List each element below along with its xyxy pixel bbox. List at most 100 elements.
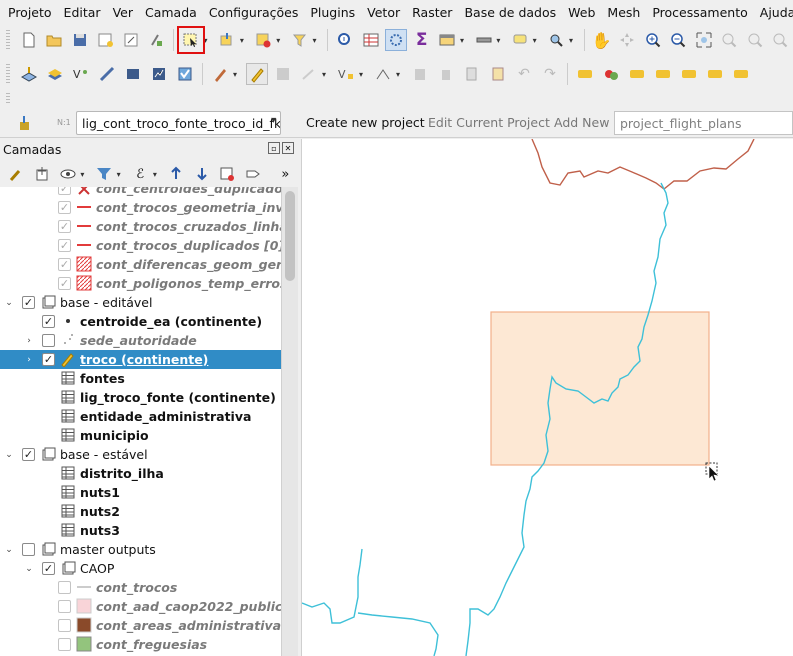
add-vector-layer-icon[interactable] bbox=[18, 63, 40, 85]
add-new-button[interactable]: Add New bbox=[554, 115, 609, 130]
chevron-down-icon[interactable]: ▾ bbox=[496, 36, 504, 45]
layer-tree-row[interactable]: cont_freguesias bbox=[0, 635, 281, 654]
layer-visibility-checkbox[interactable]: ✓ bbox=[42, 315, 55, 328]
redo-icon[interactable]: ↷ bbox=[539, 63, 561, 85]
remove-layer-icon[interactable] bbox=[218, 164, 237, 184]
layer-tree-row[interactable]: ✓ cont_poligonos_temp_erros [1] bbox=[0, 274, 281, 293]
menu-item[interactable]: Ajuda bbox=[754, 5, 793, 20]
locator-icon[interactable] bbox=[545, 29, 567, 51]
chevron-down-icon[interactable]: ⌄ bbox=[24, 564, 34, 574]
open-project-icon[interactable] bbox=[43, 29, 65, 51]
layout-manager-icon[interactable] bbox=[120, 29, 142, 51]
layer-tree-row[interactable]: cont_aad_caop2022_publicada_geom bbox=[0, 597, 281, 616]
identify-icon[interactable] bbox=[334, 29, 356, 51]
collapse-all-icon[interactable] bbox=[192, 164, 211, 184]
new-print-layout-icon[interactable] bbox=[94, 29, 116, 51]
map-tips-icon[interactable] bbox=[509, 29, 531, 51]
create-project-button[interactable]: Create new project bbox=[306, 115, 425, 130]
measure-table-icon[interactable] bbox=[436, 29, 458, 51]
layer-visibility-checkbox[interactable]: ✓ bbox=[58, 187, 71, 195]
trash-icon[interactable] bbox=[435, 63, 457, 85]
statistics-icon[interactable]: Σ bbox=[411, 29, 433, 51]
layer-visibility-checkbox[interactable] bbox=[58, 619, 71, 632]
layer-visibility-checkbox[interactable]: ✓ bbox=[22, 448, 35, 461]
digitize-icon[interactable] bbox=[298, 63, 320, 85]
zoom-native-icon[interactable] bbox=[769, 29, 791, 51]
layer-visibility-checkbox[interactable] bbox=[58, 600, 71, 613]
project-plugin-icon[interactable] bbox=[14, 112, 36, 134]
layer-tree-row[interactable]: nuts1 bbox=[0, 483, 281, 502]
chevron-down-icon[interactable]: ▾ bbox=[359, 70, 367, 79]
layer-tree-row[interactable]: municipio bbox=[0, 426, 281, 445]
layer-labeling-icon[interactable] bbox=[600, 63, 622, 85]
chevron-down-icon[interactable]: ⌄ bbox=[4, 298, 14, 308]
select-features-icon[interactable] bbox=[177, 26, 205, 54]
relation-layer-combo[interactable]: lig_cont_troco_fonte_troco_id_fk ▾ bbox=[76, 111, 281, 135]
new-project-icon[interactable] bbox=[18, 29, 40, 51]
layer-tree-row[interactable]: ✓ cont_trocos_duplicados [0] bbox=[0, 236, 281, 255]
chevron-down-icon[interactable]: ▾ bbox=[117, 170, 125, 179]
layer-visibility-checkbox[interactable]: ✓ bbox=[58, 220, 71, 233]
layer-tree-row[interactable]: ✓ cont_centroides_duplicados [0] bbox=[0, 187, 281, 198]
eye-icon[interactable] bbox=[58, 164, 77, 184]
layer-tree-row[interactable]: entidade_administrativa bbox=[0, 407, 281, 426]
menu-item[interactable]: Camada bbox=[139, 5, 203, 20]
cut-features-icon[interactable] bbox=[461, 63, 483, 85]
zoom-selection-icon[interactable] bbox=[718, 29, 740, 51]
edit-project-button[interactable]: Edit Current Project bbox=[428, 115, 550, 130]
chevron-down-icon[interactable]: ▾ bbox=[313, 36, 321, 45]
toolbar-grip[interactable] bbox=[6, 30, 10, 50]
add-delimited-text-icon[interactable]: V bbox=[70, 63, 92, 85]
layer-tree-row[interactable]: ⌄ master outputs bbox=[0, 540, 281, 559]
add-wms-icon[interactable] bbox=[148, 63, 170, 85]
menu-item[interactable]: Web bbox=[562, 5, 601, 20]
layer-tree-row[interactable]: cont_trocos bbox=[0, 578, 281, 597]
project-search-input[interactable]: project_flight_plans bbox=[614, 111, 793, 135]
current-edits-icon[interactable] bbox=[209, 63, 231, 85]
chevron-down-icon[interactable]: ⌄ bbox=[4, 450, 14, 460]
chevron-down-icon[interactable]: ▾ bbox=[276, 36, 284, 45]
menu-item[interactable]: Plugins bbox=[304, 5, 361, 20]
layer-visibility-checkbox[interactable]: ✓ bbox=[22, 296, 35, 309]
zoom-full-icon[interactable] bbox=[693, 29, 715, 51]
chevron-down-icon[interactable]: ▾ bbox=[240, 36, 248, 45]
layer-visibility-checkbox[interactable]: ✓ bbox=[42, 562, 55, 575]
pin-labels-icon[interactable] bbox=[626, 63, 648, 85]
toolbar-grip[interactable] bbox=[6, 93, 10, 105]
layer-tree-row[interactable]: ✓ cont_diferencas_geom_gerado_publicado bbox=[0, 255, 281, 274]
toolbar-grip[interactable] bbox=[6, 64, 10, 84]
menu-item[interactable]: Ver bbox=[107, 5, 139, 20]
map-canvas[interactable] bbox=[301, 139, 793, 656]
change-label-icon[interactable] bbox=[730, 63, 752, 85]
save-edits-icon[interactable] bbox=[272, 63, 294, 85]
toggle-editing-icon[interactable] bbox=[246, 63, 268, 85]
menu-item[interactable]: Raster bbox=[406, 5, 458, 20]
menu-item[interactable]: Projeto bbox=[2, 5, 58, 20]
modify-attributes-icon[interactable] bbox=[372, 63, 394, 85]
layer-tree-row[interactable]: ⌄ ✓ base - editável bbox=[0, 293, 281, 312]
add-wfs-icon[interactable] bbox=[174, 63, 196, 85]
close-panel-icon[interactable]: ✕ bbox=[282, 142, 294, 154]
layer-tree-row[interactable]: distrito_ilha bbox=[0, 464, 281, 483]
zoom-layer-icon[interactable] bbox=[744, 29, 766, 51]
move-label-icon[interactable] bbox=[678, 63, 700, 85]
layer-visibility-checkbox[interactable]: ✓ bbox=[58, 258, 71, 271]
pan-icon[interactable]: ✋ bbox=[591, 29, 613, 51]
layer-tree-row[interactable]: ⌄ ✓ CAOP bbox=[0, 559, 281, 578]
layer-tree-row[interactable]: ✓ cont_trocos_cruzados_linhas bbox=[0, 217, 281, 236]
rotate-label-icon[interactable] bbox=[704, 63, 726, 85]
toolbox-icon[interactable] bbox=[385, 29, 407, 51]
vertex-tool-icon[interactable]: V bbox=[335, 63, 357, 85]
layer-tree-row[interactable]: cont_areas_administrativas bbox=[0, 616, 281, 635]
layer-tree-row[interactable]: › sede_autoridade bbox=[0, 331, 281, 350]
chevron-down-icon[interactable]: ▾ bbox=[460, 36, 468, 45]
menu-item[interactable]: Processamento bbox=[646, 5, 753, 20]
save-project-icon[interactable] bbox=[69, 29, 91, 51]
highlight-labels-icon[interactable] bbox=[652, 63, 674, 85]
layer-visibility-checkbox[interactable]: ✓ bbox=[58, 277, 71, 290]
zoom-out-icon[interactable] bbox=[667, 29, 689, 51]
paste-features-icon[interactable] bbox=[487, 63, 509, 85]
layer-visibility-checkbox[interactable]: ✓ bbox=[42, 353, 55, 366]
float-panel-icon[interactable]: ▫ bbox=[268, 142, 280, 154]
layer-visibility-checkbox[interactable]: ✓ bbox=[58, 201, 71, 214]
